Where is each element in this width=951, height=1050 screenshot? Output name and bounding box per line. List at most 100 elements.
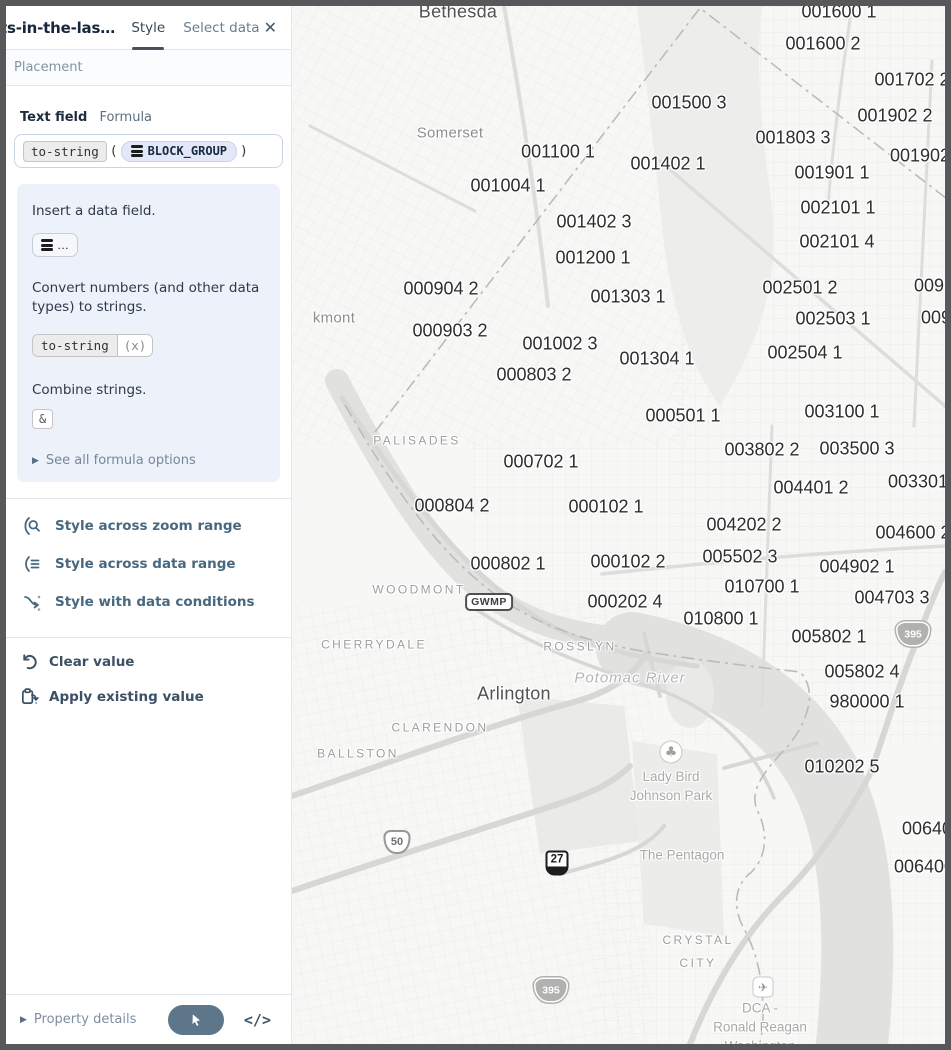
block-group-label: 000102 2 [590, 552, 665, 573]
layer-title: ts-in-the-las… [0, 19, 123, 37]
block-group-label: 000804 2 [414, 496, 489, 517]
block-group-label: 002101 1 [800, 198, 875, 219]
block-group-label: 002504 1 [767, 343, 842, 364]
open-paren: ( [109, 144, 119, 159]
style-with-data-conditions[interactable]: Style with data conditions [6, 583, 291, 621]
block-group-label: 0095 [914, 276, 945, 297]
block-group-token[interactable]: BLOCK_GROUP [121, 141, 237, 162]
block-group-label: 001901 1 [794, 163, 869, 184]
block-group-label: 002503 1 [795, 309, 870, 330]
block-group-label: 003301 [888, 472, 945, 493]
block-group-label: 001500 3 [651, 93, 726, 114]
value-action-list: Clear value Apply existing value [6, 644, 291, 714]
block-group-label: 010700 1 [724, 577, 799, 598]
panel-header: ts-in-the-las… Style Select data ✕ [6, 6, 291, 50]
block-group-label: 000904 2 [403, 279, 478, 300]
combine-label: Combine strings. [32, 381, 265, 400]
placement-section-row[interactable]: Placement [6, 50, 291, 86]
style-across-data-range[interactable]: Style across data range [6, 545, 291, 583]
block-group-label: 980000 1 [829, 692, 904, 713]
block-group-label: 002101 4 [799, 232, 874, 253]
text-field-label: Text field [20, 110, 87, 125]
panel-tabs: Style Select data [131, 20, 259, 36]
divider [6, 637, 291, 638]
route-shield-395: 395 [534, 978, 568, 1003]
zoom-range-icon [22, 516, 42, 536]
field-head: Text field Formula [20, 110, 291, 125]
clear-value-button[interactable]: Clear value [6, 644, 291, 679]
to-string-token[interactable]: to-string [23, 141, 107, 162]
triangle-right-icon: ▶ [20, 1015, 27, 1025]
clipboard-arrow-icon [20, 687, 39, 706]
to-string-helper-token[interactable]: to-string (x) [32, 334, 153, 357]
block-group-label: 001902 [890, 146, 945, 167]
block-group-label: 000802 1 [470, 554, 545, 575]
block-group-label: 000903 2 [412, 321, 487, 342]
place-label: The Pentagon [640, 846, 725, 865]
cursor-tool-button[interactable] [168, 1005, 224, 1035]
block-group-label: 001600 2 [785, 34, 860, 55]
data-field-icon [41, 239, 53, 251]
formula-mode-label: Formula [99, 110, 152, 125]
block-group-label: 003802 2 [724, 440, 799, 461]
block-group-label: 004902 1 [819, 557, 894, 578]
block-group-label: 001004 1 [470, 176, 545, 197]
block-group-label: 001902 2 [857, 106, 932, 127]
place-label: Somerset [417, 125, 484, 142]
tab-style[interactable]: Style [131, 20, 165, 36]
block-group-label: 010202 5 [804, 757, 879, 778]
place-label: BALLSTON [317, 743, 399, 766]
block-group-label: 000202 4 [587, 592, 662, 613]
place-label: DCA - Ronald Reagan Washington [713, 999, 807, 1045]
place-label: Bethesda [419, 6, 497, 23]
formula-input[interactable]: to-string ( BLOCK_GROUP ) [14, 134, 283, 168]
block-group-label: 000702 1 [503, 452, 578, 473]
block-group-label: 001803 3 [755, 128, 830, 149]
code-view-button[interactable]: </> [238, 1010, 277, 1030]
place-label: CHERRYDALE [321, 634, 427, 657]
block-group-label: 002501 2 [762, 278, 837, 299]
close-icon[interactable]: ✕ [260, 16, 281, 39]
place-label: CLARENDON [392, 717, 489, 740]
tab-select-data[interactable]: Select data [183, 20, 259, 36]
close-paren: ) [239, 144, 249, 159]
style-across-zoom-range[interactable]: Style across zoom range [6, 507, 291, 545]
block-group-label: 000102 1 [568, 497, 643, 518]
route-shield-gwmp: GWMP [465, 593, 513, 611]
block-group-label: 004401 2 [773, 478, 848, 499]
property-details-toggle[interactable]: ▶ Property details [20, 1012, 136, 1027]
place-label: CRYSTAL CITY [662, 929, 733, 975]
block-group-label: 001200 1 [555, 248, 630, 269]
insert-field-button[interactable]: … [32, 233, 78, 257]
block-group-label: 001402 3 [556, 212, 631, 233]
placement-label: Placement [14, 60, 83, 75]
block-group-label: 001100 1 [521, 142, 595, 163]
block-group-label: 004600 2 [875, 523, 945, 544]
route-shield-50: 50 [384, 830, 411, 854]
block-group-label: 000501 1 [645, 406, 720, 427]
place-label: PALISADES [373, 430, 460, 453]
block-group-label: 00640 [902, 819, 945, 840]
map-canvas[interactable]: 001600 1001600 2001702 2001500 3001902 2… [292, 6, 945, 1044]
undo-icon [20, 652, 39, 671]
see-all-formula-options[interactable]: ▶ See all formula options [32, 453, 265, 468]
cursor-icon [188, 1012, 204, 1028]
block-group-label: 010800 1 [683, 609, 758, 630]
block-group-label: 001002 3 [522, 334, 597, 355]
ampersand-token[interactable]: & [32, 409, 53, 429]
block-group-label: 003500 3 [819, 439, 894, 460]
apply-existing-value-button[interactable]: Apply existing value [6, 679, 291, 714]
insert-field-label: Insert a data field. [32, 202, 265, 221]
data-field-icon [131, 145, 143, 157]
block-group-label: 004703 3 [854, 588, 929, 609]
airplane-icon: ✈ [753, 977, 774, 998]
formula-help-card: Insert a data field. … Convert numbers (… [17, 184, 280, 482]
data-conditions-icon [22, 592, 42, 612]
route-shield-27: 27 [546, 851, 569, 876]
data-range-icon [22, 554, 42, 574]
block-group-label: 009 [921, 308, 945, 329]
style-panel: ts-in-the-las… Style Select data ✕ Place… [6, 6, 292, 1044]
block-group-label: 001303 1 [590, 287, 665, 308]
block-group-label: 001402 1 [630, 154, 705, 175]
triangle-right-icon: ▶ [32, 456, 39, 466]
